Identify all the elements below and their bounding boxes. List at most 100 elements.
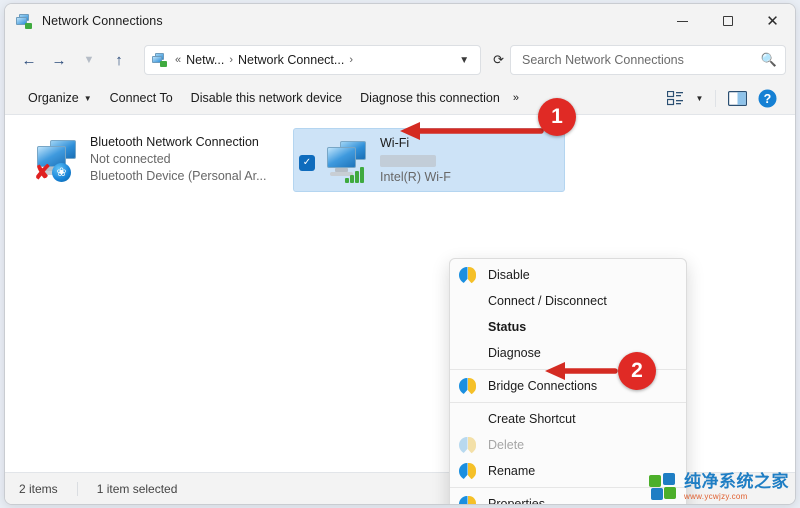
diagnose-connection-button[interactable]: Diagnose this connection xyxy=(351,87,509,109)
window-controls: ✕ xyxy=(660,4,795,38)
connect-to-button[interactable]: Connect To xyxy=(101,87,182,109)
menu-item-label: Disable xyxy=(488,268,530,282)
checked-checkbox[interactable]: ✓ xyxy=(299,155,315,171)
network-icon xyxy=(152,52,168,68)
menu-item-connect-disconnect[interactable]: Connect / Disconnect xyxy=(450,288,686,314)
command-bar-right: ▼ ? xyxy=(661,85,781,111)
menu-item-status[interactable]: Status xyxy=(450,314,686,340)
forward-arrow-icon: → xyxy=(51,51,67,69)
forward-button[interactable]: → xyxy=(44,45,74,75)
wifi-connection-tile[interactable]: ✓ Wi-Fi Intel(R) Wi-F xyxy=(293,128,565,192)
menu-divider xyxy=(450,402,686,403)
maximize-button[interactable] xyxy=(705,4,750,38)
menu-item-create-shortcut[interactable]: Create Shortcut xyxy=(450,406,686,432)
up-button[interactable]: ↑ xyxy=(104,45,134,75)
wifi-connection-name: Wi-Fi xyxy=(380,136,410,150)
menu-item-label: Properties xyxy=(488,497,545,505)
connections-list[interactable]: ✘ ❀ Bluetooth Network Connection Not con… xyxy=(5,115,795,504)
refresh-icon: ⟳ xyxy=(493,52,504,67)
bluetooth-connection-tile[interactable]: ✘ ❀ Bluetooth Network Connection Not con… xyxy=(27,128,266,190)
menu-item-disable[interactable]: Disable xyxy=(450,262,686,288)
bluetooth-tile-text: Bluetooth Network Connection Not connect… xyxy=(90,134,266,183)
signal-bars-badge xyxy=(345,166,367,183)
bluetooth-network-adapter-icon: ✘ ❀ xyxy=(33,136,81,184)
diagnose-label: Diagnose this connection xyxy=(360,91,500,105)
help-button[interactable]: ? xyxy=(753,85,781,111)
wifi-network-adapter-icon xyxy=(323,137,371,185)
view-options-dropdown[interactable]: ▼ xyxy=(691,85,708,111)
command-bar: Organize ▼ Connect To Disable this netwo… xyxy=(5,82,795,115)
watermark-url: www.ycwjzy.com xyxy=(684,492,748,501)
annotation-marker-1: 1 xyxy=(538,98,576,136)
chevron-down-icon: ▼ xyxy=(83,54,95,66)
search-input[interactable] xyxy=(522,53,761,67)
navigation-bar: ← → ▼ ↑ « Netw... › Network Connect... ›… xyxy=(5,38,795,82)
menu-item-delete: Delete xyxy=(450,432,686,458)
address-bar[interactable]: « Netw... › Network Connect... › ▼ xyxy=(144,45,482,75)
breadcrumb-item-network-connections[interactable]: Network Connect... xyxy=(235,53,347,67)
bluetooth-connection-name: Bluetooth Network Connection xyxy=(90,135,259,149)
connect-to-label: Connect To xyxy=(109,91,173,105)
minimize-button[interactable] xyxy=(660,4,705,38)
back-button[interactable]: ← xyxy=(14,45,44,75)
close-button[interactable]: ✕ xyxy=(750,4,795,38)
ycwjzy-logo xyxy=(649,473,678,501)
breadcrumb-prefix: « xyxy=(175,54,182,66)
shield-icon xyxy=(459,377,476,395)
shield-icon xyxy=(459,462,476,480)
bluetooth-device-name: Bluetooth Device (Personal Ar... xyxy=(90,169,267,183)
shield-icon xyxy=(459,436,476,454)
network-connections-window: Network Connections ✕ ← → ▼ ↑ « Netw... … xyxy=(4,3,796,505)
search-box[interactable]: 🔍 xyxy=(510,45,786,75)
menu-item-label: Rename xyxy=(488,464,536,478)
red-x-icon: ✘ xyxy=(34,162,51,184)
shield-icon xyxy=(459,266,476,284)
refresh-button[interactable]: ⟳ xyxy=(487,52,510,68)
menu-item-label: Status xyxy=(488,320,527,334)
preview-pane-icon xyxy=(727,90,747,106)
back-arrow-icon: ← xyxy=(21,51,37,69)
watermark-name: 纯净系统之家 xyxy=(684,472,789,491)
bluetooth-badge: ❀ xyxy=(52,163,71,182)
wifi-tile-text: Wi-Fi Intel(R) Wi-F xyxy=(380,135,451,184)
toolbar-overflow-button[interactable]: » xyxy=(509,89,523,107)
network-connections-icon xyxy=(16,13,33,30)
disable-network-device-button[interactable]: Disable this network device xyxy=(182,87,351,109)
breadcrumb-dropdown-button[interactable]: ▼ xyxy=(452,55,476,66)
breadcrumb-separator-1: › xyxy=(229,54,234,66)
selection-count-label: 1 item selected xyxy=(76,481,177,496)
preview-pane-button[interactable] xyxy=(723,85,751,111)
menu-item-label: Diagnose xyxy=(488,346,541,360)
breadcrumb-separator-2: › xyxy=(349,54,353,66)
recent-locations-button[interactable]: ▼ xyxy=(74,45,104,75)
menu-item-label: Connect / Disconnect xyxy=(488,294,607,308)
watermark-text: 纯净系统之家 www.ycwjzy.com xyxy=(684,473,789,501)
view-options-icon xyxy=(666,90,683,105)
shield-icon xyxy=(459,495,476,504)
svg-text:?: ? xyxy=(763,92,771,106)
view-options-button[interactable] xyxy=(661,85,689,111)
wifi-device-name: Intel(R) Wi-F xyxy=(380,170,451,184)
organize-button[interactable]: Organize ▼ xyxy=(19,87,101,109)
bluetooth-connection-status: Not connected xyxy=(90,152,171,166)
toolbar-divider xyxy=(715,89,716,107)
disable-device-label: Disable this network device xyxy=(190,91,343,105)
maximize-icon xyxy=(722,16,733,26)
chevron-down-icon: ▼ xyxy=(695,93,704,103)
redacted-network-name xyxy=(380,155,436,167)
help-icon: ? xyxy=(758,89,776,107)
minimize-icon xyxy=(677,20,688,22)
search-icon[interactable]: 🔍 xyxy=(761,52,777,68)
watermark: 纯净系统之家 www.ycwjzy.com xyxy=(649,473,789,501)
breadcrumb-item-network[interactable]: Netw... xyxy=(183,53,227,67)
menu-item-label: Bridge Connections xyxy=(488,379,598,393)
item-count-label: 2 items xyxy=(19,481,58,496)
title-bar: Network Connections ✕ xyxy=(5,4,795,38)
up-arrow-icon: ↑ xyxy=(115,51,123,69)
chevron-down-icon: ▼ xyxy=(83,93,92,103)
window-title: Network Connections xyxy=(42,14,163,28)
close-icon: ✕ xyxy=(766,13,779,30)
annotation-marker-2: 2 xyxy=(618,352,656,390)
menu-item-label: Delete xyxy=(488,438,525,452)
organize-label: Organize xyxy=(28,91,79,105)
